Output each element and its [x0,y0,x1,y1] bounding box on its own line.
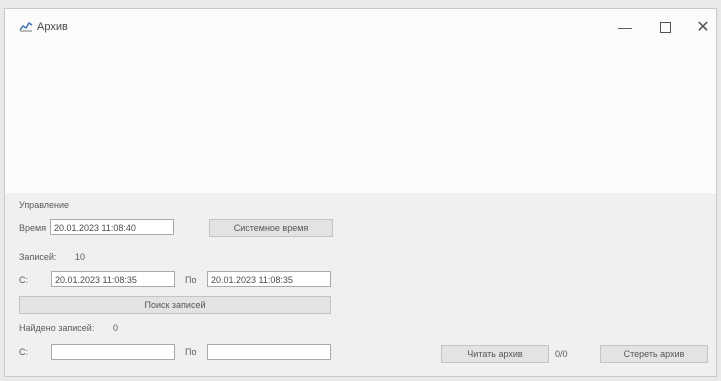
found-records-count: 0 [113,323,119,333]
minimize-button[interactable]: — [605,14,645,40]
time-label: Время [19,223,47,233]
found-records-label: Найдено записей: [19,323,95,333]
maximize-button[interactable] [645,14,685,40]
minimize-icon: — [618,19,632,35]
maximize-icon [659,21,671,33]
window-title: Архив [37,21,68,33]
found-from-label: С: [19,347,28,357]
read-progress-text: 0/0 [555,349,568,359]
records-from-label: С: [19,275,28,285]
system-time-button[interactable]: Системное время [209,219,333,237]
title-bar: Архив — ✕ [5,9,716,43]
read-archive-button[interactable]: Читать архив [441,345,549,363]
chart-app-icon [19,22,33,32]
archive-window: Архив — ✕ Управление Время 20.01.2023 11… [4,8,717,377]
records-label: Записей: [19,252,57,262]
close-button[interactable]: ✕ [683,14,721,40]
records-from-field[interactable]: 20.01.2023 11:08:35 [51,271,175,287]
records-to-field[interactable]: 20.01.2023 11:08:35 [207,271,331,287]
erase-archive-button[interactable]: Стереть архив [600,345,708,363]
found-to-field[interactable] [207,344,331,360]
records-count: 10 [75,252,86,262]
control-group-label: Управление [19,200,70,210]
found-from-field[interactable] [51,344,175,360]
found-to-label: По [185,347,197,357]
records-to-label: По [185,275,197,285]
archive-display-area [5,43,716,193]
search-records-button[interactable]: Поиск записей [19,296,331,314]
time-field[interactable]: 20.01.2023 11:08:40 [50,219,174,235]
close-icon: ✕ [696,19,710,36]
